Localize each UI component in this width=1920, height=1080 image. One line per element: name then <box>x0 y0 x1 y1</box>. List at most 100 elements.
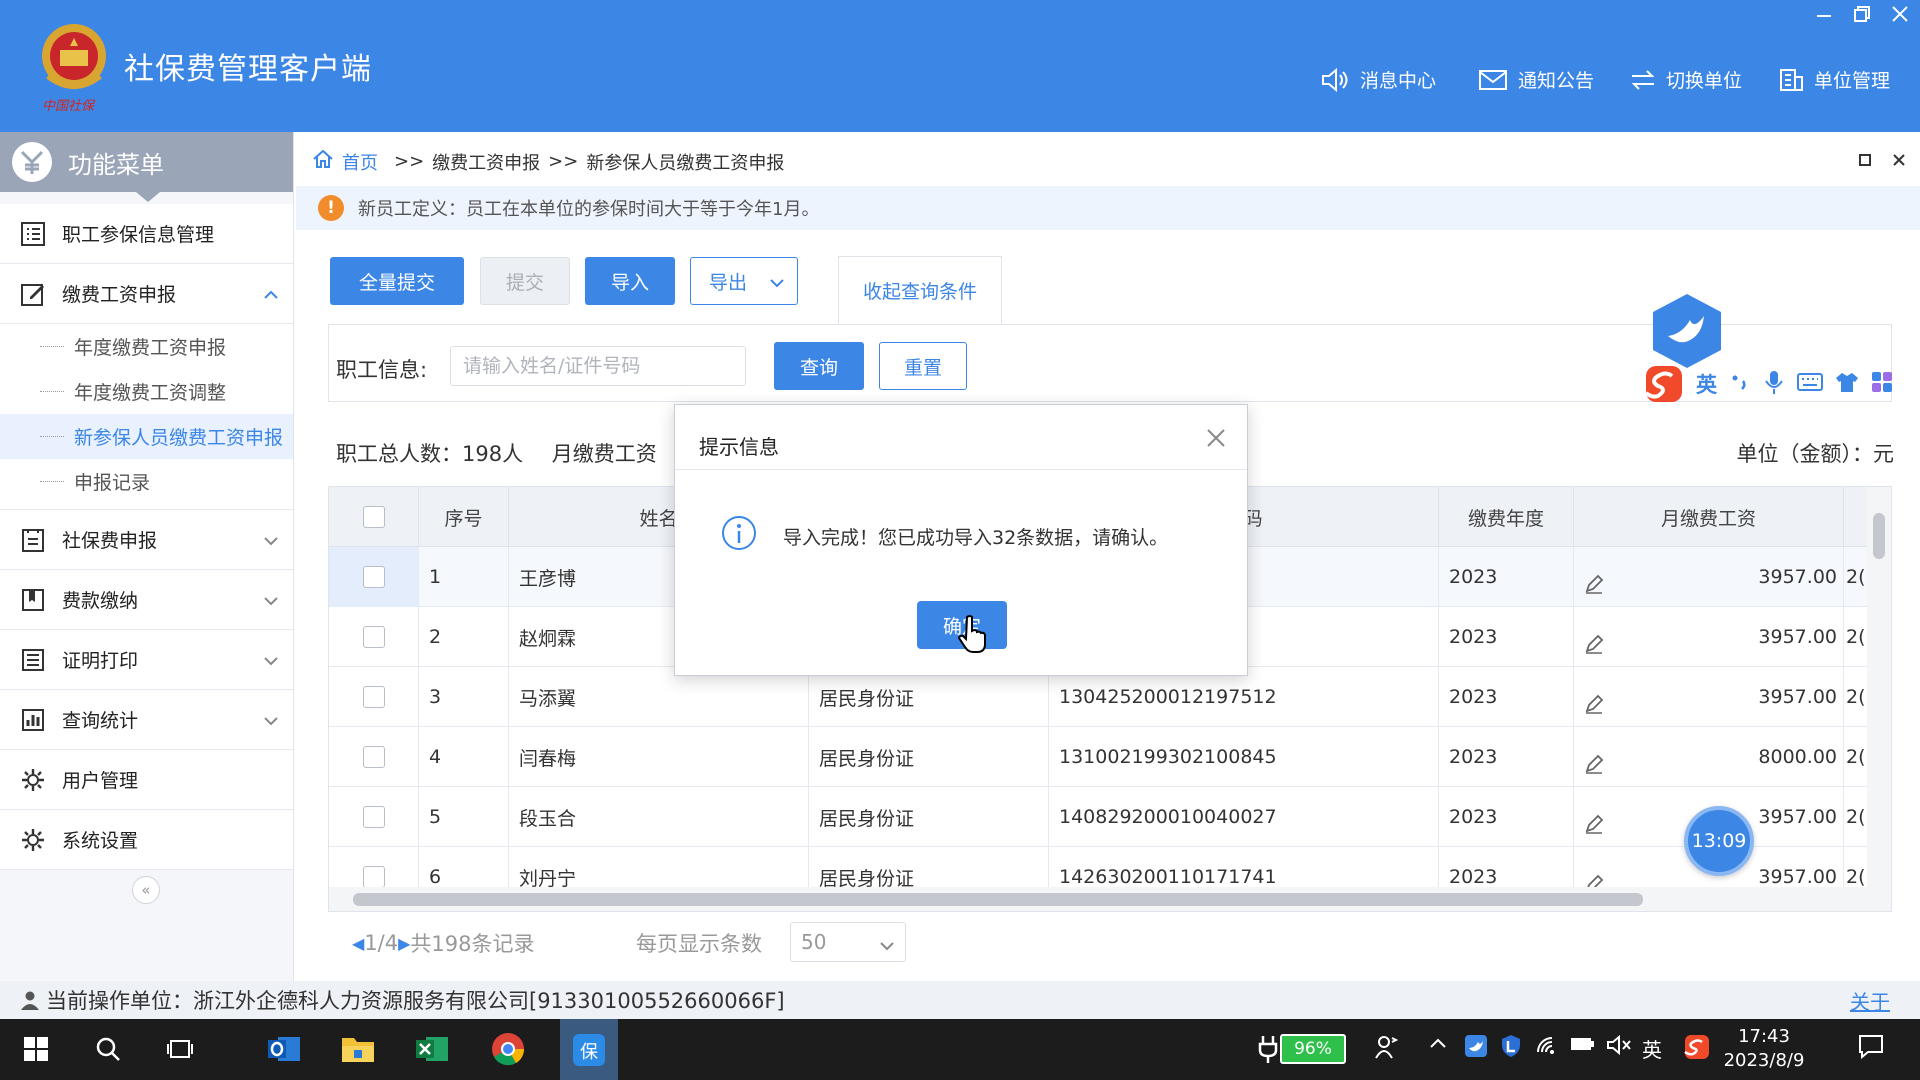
cell-monthly-wage[interactable]: 8000.00 <box>1574 727 1844 787</box>
row-checkbox[interactable] <box>362 686 385 708</box>
floating-assistant-icon[interactable] <box>1648 292 1726 370</box>
export-dropdown[interactable]: 导出 <box>690 257 798 305</box>
vertical-scrollbar[interactable] <box>1867 487 1891 899</box>
page-indicator: 1/4 <box>364 931 399 955</box>
nav-notices[interactable]: 通知公告 <box>1478 66 1594 93</box>
microphone-icon[interactable] <box>1763 369 1785 400</box>
list-icon <box>20 221 46 247</box>
file-explorer-icon[interactable] <box>336 1027 380 1071</box>
cell-monthly-wage[interactable]: 3957.00 <box>1574 547 1844 607</box>
sidebar-subitem-declaration-records[interactable]: 申报记录 <box>0 459 293 504</box>
table-row[interactable]: 3 马添翼 居民身份证 130425200012197512 2023 3957.00 2( <box>329 667 1869 727</box>
nav-switch-unit[interactable]: 切换单位 <box>1630 66 1742 93</box>
horizontal-scrollbar[interactable] <box>329 887 1891 911</box>
minimize-icon[interactable] <box>1814 4 1834 24</box>
restore-icon[interactable] <box>1852 4 1872 24</box>
row-checkbox[interactable] <box>362 806 385 828</box>
sidebar-item-user-management[interactable]: 用户管理 <box>0 750 293 810</box>
employee-search-input[interactable] <box>450 346 746 386</box>
sidebar-item-system-settings[interactable]: 系统设置 <box>0 810 293 870</box>
pencil-icon[interactable] <box>1584 814 1604 834</box>
shield-icon[interactable] <box>1500 1034 1522 1063</box>
breadcrumb-home[interactable]: 首页 <box>342 149 378 175</box>
row-checkbox[interactable] <box>362 866 385 888</box>
chevron-down-icon <box>263 592 279 608</box>
row-checkbox[interactable] <box>362 626 385 648</box>
assistant-tray-icon[interactable] <box>1464 1034 1488 1063</box>
row-checkbox[interactable] <box>362 746 385 768</box>
keyboard-icon[interactable] <box>1797 372 1823 397</box>
breadcrumb-separator: >> <box>394 151 425 172</box>
collapse-sidebar-button[interactable]: « <box>132 876 160 904</box>
row-checkbox[interactable] <box>362 566 385 588</box>
next-page-icon[interactable]: ▶ <box>398 934 410 953</box>
person-icon[interactable] <box>1374 1034 1399 1065</box>
chrome-icon[interactable] <box>486 1027 530 1071</box>
pencil-icon[interactable] <box>1584 634 1604 654</box>
sidebar-item-query-statistics[interactable]: 查询统计 <box>0 690 293 750</box>
clock-time: 17:43 <box>1738 1026 1790 1047</box>
table-row[interactable]: 5 段玉合 居民身份证 140829200010040027 2023 3957.00 2( <box>329 787 1869 847</box>
battery-tray-icon[interactable] <box>1570 1034 1596 1059</box>
toolbox-icon[interactable] <box>1871 371 1893 398</box>
volume-muted-icon[interactable] <box>1606 1034 1632 1061</box>
maximize-icon[interactable] <box>1858 150 1872 172</box>
notification-icon[interactable] <box>1858 1034 1884 1065</box>
sidebar-item-wage-declaration[interactable]: 缴费工资申报 <box>0 264 293 324</box>
reset-button[interactable]: 重置 <box>879 342 967 390</box>
sogou-tray-icon[interactable] <box>1684 1034 1710 1065</box>
close-icon[interactable] <box>1890 4 1910 24</box>
floating-timer[interactable]: 13:09 <box>1684 806 1754 876</box>
sidebar-item-label: 缴费工资申报 <box>62 284 177 306</box>
outlook-icon[interactable] <box>262 1027 306 1071</box>
collapse-query-tab[interactable]: 收起查询条件 <box>838 256 1002 324</box>
sidebar-item-social-fee-declaration[interactable]: 社保费申报 <box>0 510 293 570</box>
wifi-icon[interactable] <box>1536 1034 1560 1061</box>
table-row[interactable]: 4 闫春梅 居民身份证 131002199302100845 2023 8000.00 2( <box>329 727 1869 787</box>
info-icon <box>721 515 757 551</box>
close-icon[interactable] <box>1203 425 1229 451</box>
cell-year: 2023 <box>1439 727 1574 787</box>
scrollbar-thumb[interactable] <box>353 893 1643 906</box>
sidebar-subitem-new-employee-declaration[interactable]: 新参保人员缴费工资申报 <box>0 414 293 459</box>
sidebar-subitem-annual-declaration[interactable]: 年度缴费工资申报 <box>0 324 293 369</box>
row-select-cell <box>329 787 419 847</box>
about-link[interactable]: 关于 <box>1850 986 1890 1015</box>
chevron-up-icon[interactable] <box>1428 1034 1448 1059</box>
menu-logo-icon <box>12 142 52 182</box>
submit-button[interactable]: 提交 <box>480 257 570 305</box>
close-icon[interactable] <box>1892 150 1906 172</box>
submit-all-button[interactable]: 全量提交 <box>330 257 464 305</box>
sidebar-subitem-annual-adjustment[interactable]: 年度缴费工资调整 <box>0 369 293 414</box>
skin-icon[interactable] <box>1835 371 1859 398</box>
windows-start-icon[interactable] <box>14 1027 58 1071</box>
query-button[interactable]: 查询 <box>774 342 864 390</box>
pencil-icon[interactable] <box>1584 754 1604 774</box>
punctuation-icon[interactable] <box>1729 371 1751 398</box>
nav-message-center[interactable]: 消息中心 <box>1320 66 1436 93</box>
ime-language-indicator[interactable]: 英 <box>1696 369 1717 399</box>
battery-indicator[interactable]: 96% <box>1280 1034 1346 1064</box>
social-insurance-app-icon[interactable]: 保 <box>560 1019 618 1080</box>
system-clock[interactable]: 17:43 2023/8/9 <box>1718 1025 1810 1073</box>
select-all-checkbox[interactable] <box>362 506 385 528</box>
import-button[interactable]: 导入 <box>585 257 675 305</box>
scrollbar-thumb[interactable] <box>1873 513 1885 559</box>
sidebar-item-certificate-print[interactable]: 证明打印 <box>0 630 293 690</box>
sidebar-item-fee-payment[interactable]: 费款缴纳 <box>0 570 293 630</box>
prev-page-icon[interactable]: ◀ <box>352 934 364 953</box>
breadcrumb-level1[interactable]: 缴费工资申报 <box>432 149 540 175</box>
task-view-icon[interactable] <box>158 1027 202 1071</box>
search-icon[interactable] <box>86 1027 130 1071</box>
cell-monthly-wage[interactable]: 3957.00 <box>1574 607 1844 667</box>
sidebar-item-employee-info[interactable]: 职工参保信息管理 <box>0 204 293 264</box>
pencil-icon[interactable] <box>1584 694 1604 714</box>
nav-unit-management[interactable]: 单位管理 <box>1778 66 1890 93</box>
excel-icon[interactable] <box>410 1027 454 1071</box>
cell-monthly-wage[interactable]: 3957.00 <box>1574 667 1844 727</box>
ime-indicator[interactable]: 英 <box>1642 1034 1662 1063</box>
home-icon[interactable] <box>312 148 334 175</box>
pencil-icon[interactable] <box>1584 574 1604 594</box>
sogou-icon[interactable] <box>1644 364 1684 404</box>
per-page-select[interactable]: 50 <box>790 922 906 962</box>
